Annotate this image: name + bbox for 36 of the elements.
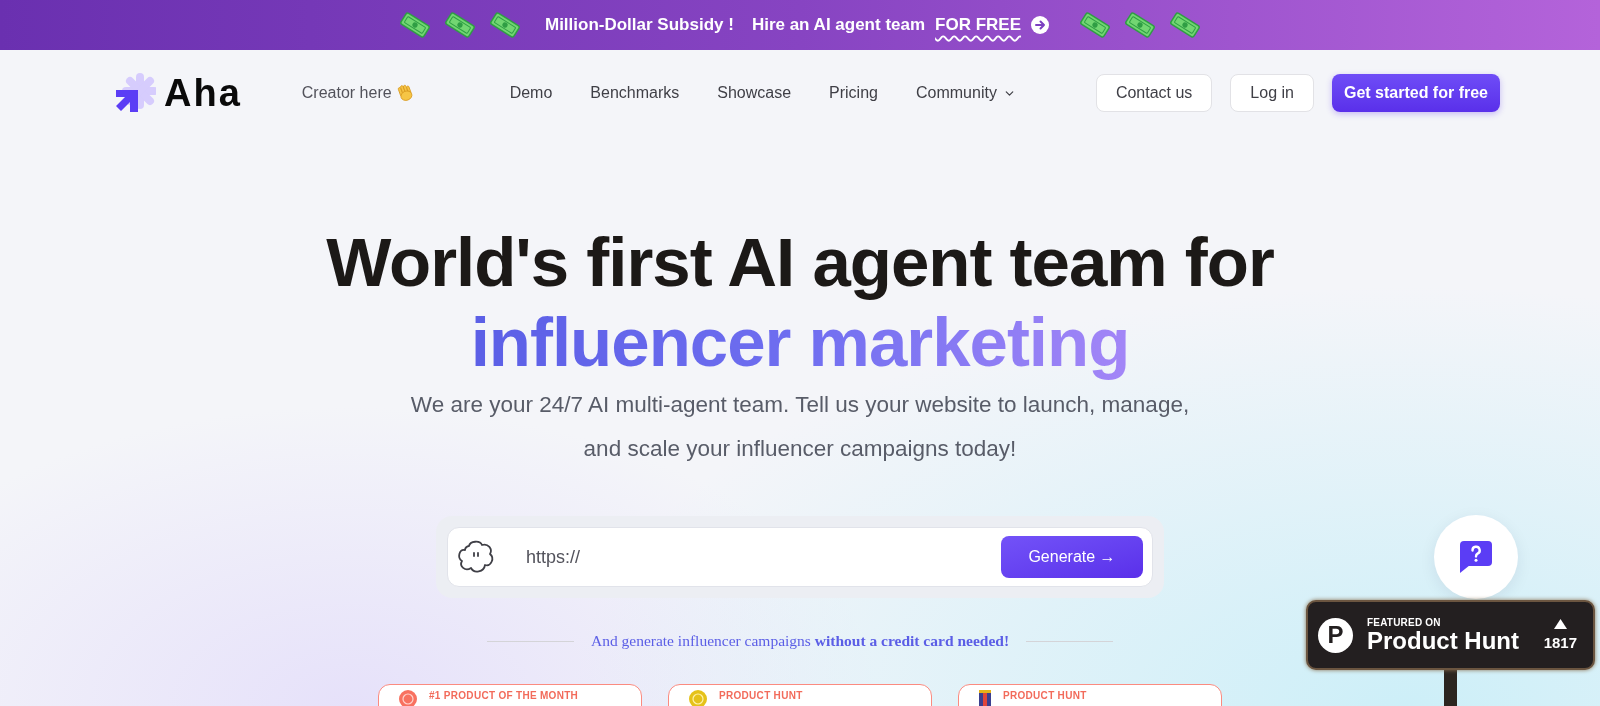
logo-icon [114, 73, 156, 113]
award-title: #1 PRODUCT OF THE MONTH [429, 690, 579, 702]
nav-link[interactable]: Pricing [829, 81, 878, 105]
upvote-icon [1553, 619, 1567, 629]
hand-icon [396, 84, 414, 102]
help-icon [1459, 540, 1493, 574]
url-input-field[interactable]: https:// [526, 539, 991, 575]
generate-button[interactable]: Generate → [1001, 536, 1143, 578]
nav-link[interactable]: Community [915, 81, 1016, 105]
hero-subtitle: We are your 24/7 AI multi-agent team. Tell us your website to launch, manage, and scale your influencer campaigns today! [409, 391, 1191, 463]
medal-icon [399, 690, 417, 706]
banner-offer: Hire an AI agent team [751, 14, 926, 37]
badge-title: Product Hunt [1367, 627, 1519, 654]
logo-link[interactable]: Aha [114, 64, 242, 122]
award-title: PRODUCT HUNT [719, 690, 803, 702]
award-title: PRODUCT HUNT [1003, 690, 1087, 702]
creator-link[interactable]: Creator here [301, 81, 414, 105]
nav-link[interactable]: Demo [509, 81, 553, 105]
medal-icon [689, 690, 707, 706]
nav-button[interactable]: Contact us [1095, 74, 1213, 112]
no-credit-card-caption: And generate influencer campaigns without a credit card needed! [590, 631, 1010, 651]
badge-stand [1444, 670, 1457, 706]
get-started-button[interactable]: Get started for free [1331, 74, 1500, 112]
featured-label: FEATURED ON [1367, 616, 1442, 628]
for-free-link[interactable]: FOR FREE [935, 12, 1022, 38]
vote-count: 1817 [1543, 635, 1577, 651]
banner-headline: Million-Dollar Subsidy ! [544, 14, 734, 37]
ribbon-icon [979, 690, 991, 706]
nav-link[interactable]: Showcase [717, 81, 792, 105]
letter-logo: P [1318, 617, 1353, 653]
nav-button[interactable]: Log in [1230, 74, 1314, 112]
nav-link[interactable]: Benchmarks [590, 81, 680, 105]
arrow-right-icon[interactable] [1031, 16, 1050, 34]
url-bar[interactable]: https:// Generate → [447, 527, 1153, 587]
hero-title: World's first AI agent team for influencer marketing [325, 223, 1275, 383]
cloud-face-icon [457, 539, 495, 575]
